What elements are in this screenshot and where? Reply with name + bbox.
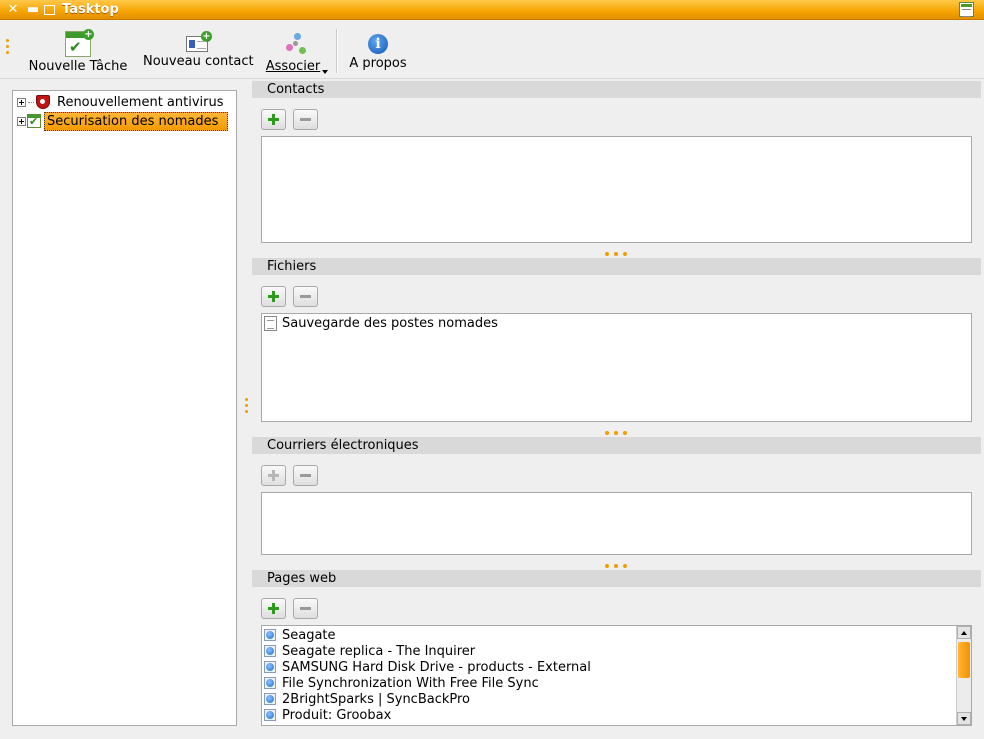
minus-icon [300, 603, 311, 614]
add-email-button[interactable] [261, 465, 286, 486]
list-item[interactable]: SAMSUNG Hard Disk Drive - products - Ext… [262, 659, 971, 675]
info-icon: i [368, 34, 388, 54]
about-label: A propos [349, 56, 407, 71]
webpages-list[interactable]: Seagate Seagate replica - The Inquirer S… [261, 625, 972, 726]
minus-icon [300, 291, 311, 302]
minimize-icon[interactable]: ▬ [26, 3, 40, 17]
web-page-icon [264, 645, 276, 657]
list-item[interactable]: File Synchronization With Free File Sync [262, 675, 971, 691]
minus-icon [300, 114, 311, 125]
remove-file-button[interactable] [293, 286, 318, 307]
plus-icon [268, 470, 279, 481]
tree-item-label: Securisation des nomades [44, 111, 228, 131]
files-header[interactable]: Fichiers [252, 258, 981, 275]
associate-icon [284, 31, 310, 57]
list-item[interactable]: Produit: Groobax [262, 707, 971, 723]
associate-label: Associer [264, 59, 330, 74]
files-list[interactable]: Sauvegarde des postes nomades [261, 313, 972, 422]
scroll-up-arrow-icon[interactable] [957, 626, 971, 639]
maximize-icon[interactable] [44, 5, 55, 15]
associate-button[interactable]: Associer [264, 25, 330, 75]
contacts-header[interactable]: Contacts [252, 81, 981, 98]
new-contact-button[interactable]: + Nouveau contact [143, 25, 254, 75]
document-icon [264, 315, 277, 331]
list-item[interactable]: Sauvegarde des postes nomades [262, 315, 971, 331]
scroll-down-arrow-icon[interactable] [957, 712, 971, 725]
about-button[interactable]: i A propos [348, 25, 408, 75]
remove-contact-button[interactable] [293, 109, 318, 130]
toolbar-separator [336, 29, 338, 73]
webpages-header[interactable]: Pages web [252, 570, 981, 587]
tree-item-label: Renouvellement antivirus [57, 94, 224, 110]
list-item[interactable]: 2BrightSparks | SyncBackPro [262, 691, 971, 707]
toolbar: + Nouvelle Tâche + Nouveau contact Assoc… [0, 21, 984, 79]
plus-icon [268, 291, 279, 302]
webpages-scrollbar[interactable] [956, 626, 971, 725]
tree-item[interactable]: Renouvellement antivirus [17, 93, 226, 111]
new-task-label: Nouvelle Tâche [28, 59, 128, 74]
add-contact-button[interactable] [261, 109, 286, 130]
section-splitter[interactable] [605, 252, 627, 256]
web-page-icon [264, 677, 276, 689]
section-splitter[interactable] [605, 564, 627, 568]
new-contact-icon: + [186, 31, 212, 52]
title-bar: ✕ ▬ Tasktop [0, 0, 984, 20]
emails-header[interactable]: Courriers électroniques [252, 437, 981, 454]
new-contact-label: Nouveau contact [143, 54, 254, 69]
chevron-down-icon [322, 70, 329, 74]
remove-email-button[interactable] [293, 465, 318, 486]
web-page-icon [264, 693, 276, 705]
emails-list[interactable] [261, 492, 972, 555]
section-splitter[interactable] [605, 431, 627, 435]
plus-icon [268, 603, 279, 614]
vertical-splitter[interactable] [245, 398, 249, 416]
list-item-partial[interactable] [262, 723, 971, 726]
expand-icon[interactable] [17, 116, 26, 126]
list-item[interactable]: Seagate [262, 627, 971, 643]
plus-icon [268, 114, 279, 125]
web-page-icon [264, 709, 276, 721]
add-webpage-button[interactable] [261, 598, 286, 619]
toolbar-grip[interactable] [6, 39, 10, 57]
contacts-list[interactable] [261, 136, 972, 243]
scroll-thumb[interactable] [958, 642, 970, 678]
remove-webpage-button[interactable] [293, 598, 318, 619]
window-title: Tasktop [62, 2, 119, 17]
list-item[interactable]: Seagate replica - The Inquirer [262, 643, 971, 659]
close-icon[interactable]: ✕ [6, 3, 20, 17]
tree-item-selected[interactable]: Securisation des nomades [17, 111, 228, 131]
minus-icon [300, 470, 311, 481]
shield-icon [36, 95, 50, 109]
task-check-icon [27, 114, 41, 128]
task-tree[interactable]: Renouvellement antivirus Securisation de… [12, 90, 237, 726]
expand-icon[interactable] [17, 97, 26, 107]
web-page-icon [264, 629, 276, 641]
web-page-icon [264, 725, 276, 726]
new-task-icon: + [65, 29, 94, 57]
new-task-button[interactable]: + Nouvelle Tâche [26, 25, 130, 75]
web-page-icon [264, 661, 276, 673]
app-icon[interactable] [959, 2, 974, 17]
add-file-button[interactable] [261, 286, 286, 307]
